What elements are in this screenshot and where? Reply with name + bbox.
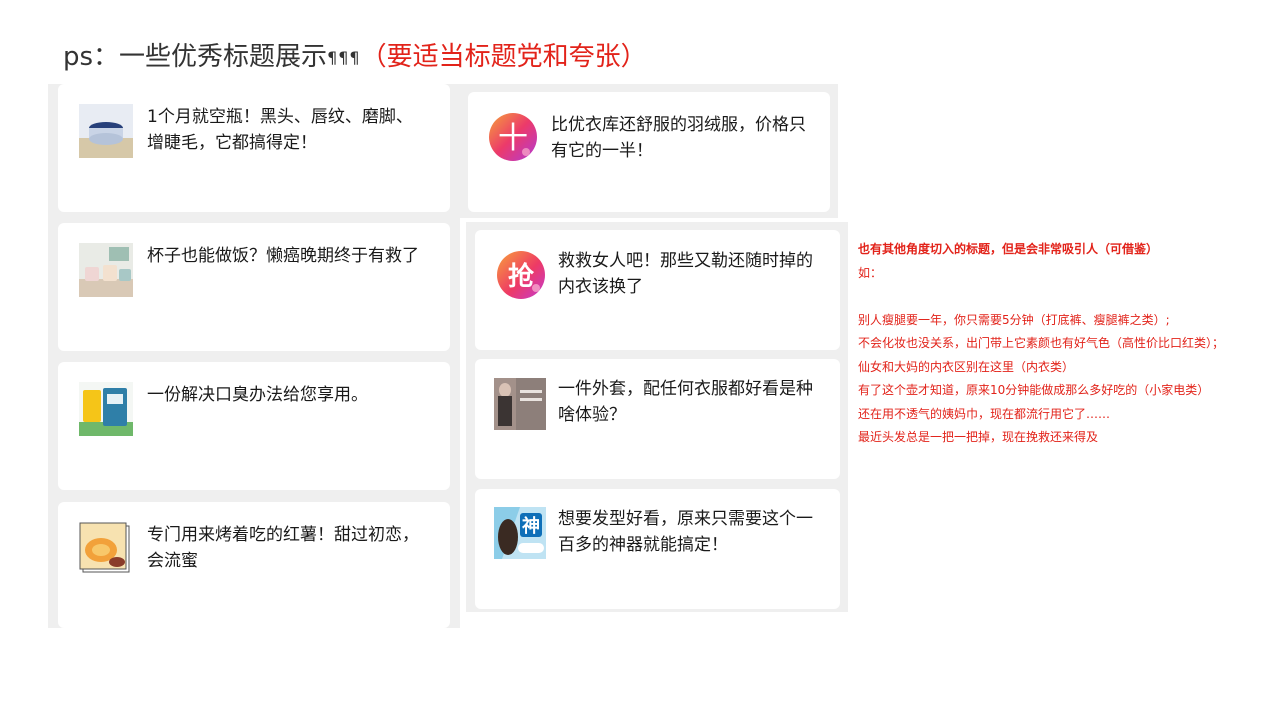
notes-line: 不会化妆也没关系，出门带上它素颜也有好气色（高性价比口红类）；	[858, 336, 1225, 350]
lip-balm-product-thumbnail	[79, 104, 133, 158]
left-card-2-text: 杯子也能做饭？懒癌晚期终于有救了	[147, 246, 419, 266]
hair-tool-thumbnail: 神	[494, 507, 546, 559]
right-card-4-text: 想要发型好看，原来只需要这个一百多的神器就能搞定！	[558, 509, 813, 555]
sweet-potato-thumbnail	[79, 522, 131, 574]
left-card-2[interactable]: 杯子也能做饭？懒癌晚期终于有救了	[58, 223, 450, 351]
notes-block: 也有其他角度切入的标题，但是会非常吸引人（可借鉴） 如： 别人瘦腿要一年，你只需…	[858, 238, 1224, 450]
notes-line: 最近头发总是一把一把掉，现在挽救还来得及	[858, 430, 1099, 444]
grab-badge-icon: 抢	[494, 248, 548, 302]
breath-spray-product-thumbnail	[79, 382, 133, 436]
hair-tool-glyph: 神	[522, 515, 540, 537]
title-marks: ¶¶¶	[327, 48, 361, 67]
slide-title: ps：一些优秀标题展示¶¶¶（要适当标题党和夸张）	[63, 36, 647, 73]
notes-spacer	[858, 285, 1224, 309]
cup-cooking-thumbnail	[79, 243, 133, 297]
right-card-4[interactable]: 神 想要发型好看，原来只需要这个一百多的神器就能搞定！	[475, 489, 840, 609]
right-card-1[interactable]: 十 比优衣库还舒服的羽绒服，价格只有它的一半！	[468, 92, 830, 212]
right-card-2[interactable]: 抢 救救女人吧！那些又勒还随时掉的内衣该换了	[475, 230, 840, 350]
notes-line: 仙女和大妈的内衣区别在这里（内衣类）	[858, 359, 1075, 374]
ten-badge-icon: 十	[486, 110, 540, 164]
right-card-3[interactable]: 一件外套，配任何衣服都好看是种啥体验？	[475, 359, 840, 479]
ten-badge-glyph: 十	[498, 121, 528, 156]
title-highlight: （要适当标题党和夸张）	[360, 42, 647, 72]
left-card-4-text: 专门用来烤着吃的红薯！甜过初恋，会流蜜	[147, 525, 419, 571]
grab-badge-glyph: 抢	[508, 261, 535, 292]
title-main: ps：一些优秀标题展示	[63, 42, 328, 72]
right-card-1-text: 比优衣库还舒服的羽绒服，价格只有它的一半！	[551, 115, 806, 161]
notes-heading: 也有其他角度切入的标题，但是会非常吸引人（可借鉴）	[858, 242, 1159, 256]
left-card-1[interactable]: 1个月就空瓶！黑头、唇纹、磨脚、增睫毛，它都搞得定！	[58, 84, 450, 212]
notes-intro: 如：	[858, 265, 883, 280]
notes-line: 还在用不透气的姨妈巾，现在都流行用它了……	[858, 406, 1111, 421]
right-card-3-text: 一件外套，配任何衣服都好看是种啥体验？	[558, 379, 813, 425]
coat-fashion-thumbnail	[494, 378, 546, 430]
left-card-3-text: 一份解决口臭办法给您享用。	[147, 385, 368, 405]
notes-line: 有了这个壶才知道，原来10分钟能做成那么多好吃的（小家电类）	[858, 383, 1210, 397]
right-card-2-text: 救救女人吧！那些又勒还随时掉的内衣该换了	[558, 251, 813, 297]
notes-line: 别人瘦腿要一年，你只需要5分钟（打底裤、瘦腿裤之类）;	[858, 312, 1170, 327]
left-card-3[interactable]: 一份解决口臭办法给您享用。	[58, 362, 450, 490]
left-card-1-text: 1个月就空瓶！黑头、唇纹、磨脚、增睫毛，它都搞得定！	[147, 107, 413, 153]
left-card-4[interactable]: 专门用来烤着吃的红薯！甜过初恋，会流蜜	[58, 502, 450, 628]
